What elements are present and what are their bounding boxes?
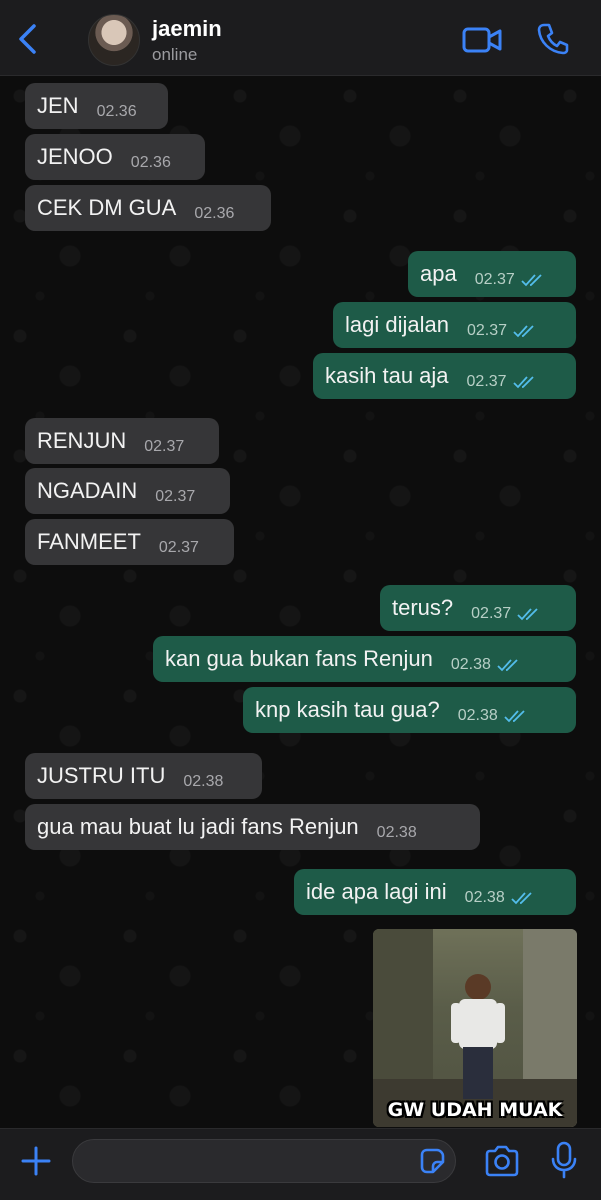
message-bubble-incoming[interactable]: RENJUN 02.37 — [25, 418, 219, 464]
message-time: 02.38 — [457, 707, 498, 724]
message-bubble-incoming[interactable]: JUSTRU ITU 02.38 — [25, 753, 262, 799]
read-ticks-icon — [513, 325, 534, 338]
message-bubble-incoming[interactable]: JEN 02.36 — [25, 83, 168, 129]
message-time: 02.37 — [155, 488, 196, 505]
message-bubble-incoming[interactable]: JENOO 02.36 — [25, 134, 205, 180]
message-bubble-outgoing[interactable]: kasih tau aja 02.37 — [313, 353, 576, 399]
message-time: 02.36 — [194, 205, 235, 222]
read-ticks-icon — [511, 892, 532, 905]
message-time: 02.37 — [471, 605, 512, 622]
image-message[interactable]: GW UDAH MUAK — [373, 929, 577, 1127]
camera-icon[interactable] — [484, 1145, 520, 1177]
read-ticks-icon — [512, 376, 534, 389]
message-text: terus? — [392, 595, 454, 620]
message-time: 02.37 — [158, 539, 199, 556]
message-text: JEN — [37, 93, 79, 118]
meme-photo — [373, 929, 577, 1127]
message-bubble-outgoing[interactable]: lagi dijalan 02.37 — [333, 302, 576, 348]
message-bubble-incoming[interactable]: NGADAIN 02.37 — [25, 468, 230, 514]
message-time: 02.36 — [96, 103, 137, 120]
read-ticks-icon — [517, 608, 538, 621]
sticker-icon[interactable] — [418, 1147, 446, 1175]
read-ticks-icon — [504, 710, 525, 723]
message-text: CEK DM GUA — [37, 195, 177, 220]
message-input[interactable] — [72, 1139, 456, 1183]
message-text: ide apa lagi ini — [306, 879, 447, 904]
message-bubble-outgoing[interactable]: knp kasih tau gua? 02.38 — [243, 687, 576, 733]
message-text: RENJUN — [37, 428, 127, 453]
message-text: JENOO — [37, 144, 113, 169]
message-time: 02.38 — [464, 889, 505, 906]
message-bubble-outgoing[interactable]: ide apa lagi ini 02.38 — [294, 869, 576, 915]
read-ticks-icon — [497, 659, 518, 672]
chevron-left-icon[interactable] — [14, 22, 42, 56]
contact-status: online — [152, 45, 198, 64]
message-time: 02.37 — [144, 438, 185, 455]
message-text: kan gua bukan fans Renjun — [165, 646, 433, 671]
phone-icon[interactable] — [536, 22, 570, 56]
message-text: knp kasih tau gua? — [255, 697, 440, 722]
message-bubble-incoming[interactable]: CEK DM GUA 02.36 — [25, 185, 271, 231]
message-bubble-outgoing[interactable]: terus? 02.37 — [380, 585, 576, 631]
chat-header: jaemin online — [0, 0, 601, 76]
message-bubble-outgoing[interactable]: apa 02.37 — [408, 251, 576, 297]
message-text: NGADAIN — [37, 478, 138, 503]
message-bubble-outgoing[interactable]: kan gua bukan fans Renjun 02.38 — [153, 636, 576, 682]
message-time: 02.37 — [466, 322, 508, 339]
avatar[interactable] — [88, 14, 140, 66]
message-bubble-incoming[interactable]: FANMEET 02.37 — [25, 519, 234, 565]
message-time: 02.36 — [130, 154, 171, 171]
message-text: gua mau buat lu jadi fans Renjun — [37, 814, 359, 839]
read-ticks-icon — [521, 274, 542, 287]
message-bubble-incoming[interactable]: gua mau buat lu jadi fans Renjun 02.38 — [25, 804, 480, 850]
meme-caption: GW UDAH MUAK — [387, 1099, 563, 1121]
message-time: 02.37 — [474, 271, 515, 288]
composer-bar — [0, 1128, 601, 1200]
plus-icon[interactable] — [20, 1145, 52, 1177]
message-text: apa — [420, 261, 457, 286]
message-text: kasih tau aja — [325, 363, 449, 388]
contact-name[interactable]: jaemin — [152, 16, 222, 42]
microphone-icon[interactable] — [550, 1141, 578, 1179]
message-text: JUSTRU ITU — [37, 763, 166, 788]
video-call-icon[interactable] — [462, 26, 502, 54]
message-time: 02.37 — [466, 373, 507, 390]
message-time: 02.38 — [183, 773, 224, 790]
message-time: 02.38 — [450, 656, 491, 673]
message-text: lagi dijalan — [345, 312, 449, 337]
message-time: 02.38 — [376, 824, 417, 841]
message-text: FANMEET — [37, 529, 141, 554]
